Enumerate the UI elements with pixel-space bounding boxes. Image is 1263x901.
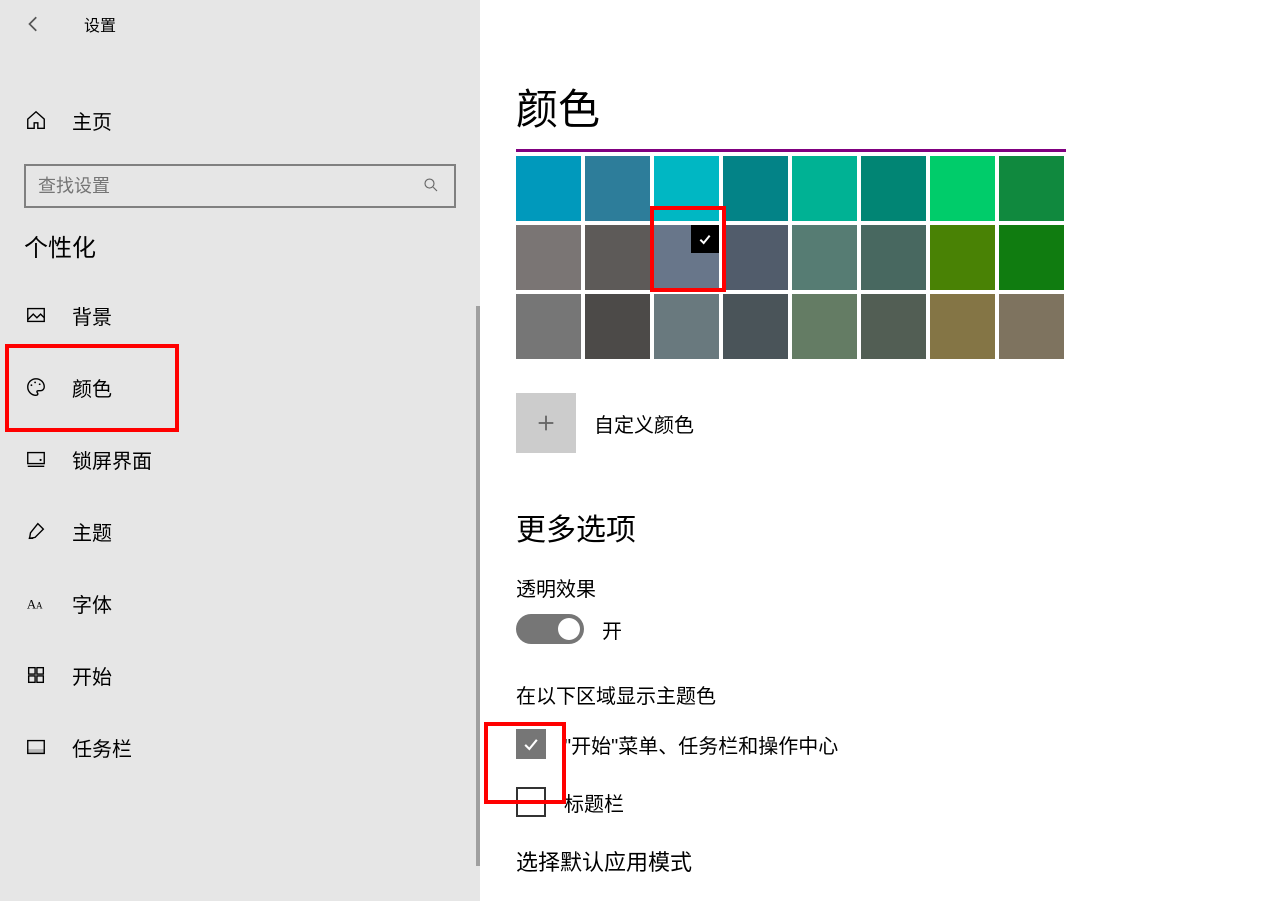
sidebar-item-colors[interactable]: 颜色 <box>0 351 480 423</box>
color-swatch[interactable] <box>723 294 788 359</box>
palette-icon <box>24 375 48 399</box>
color-swatch[interactable] <box>723 156 788 221</box>
check-icon <box>521 734 541 754</box>
nav-home-label: 主页 <box>72 106 112 135</box>
sidebar-item-label: 颜色 <box>72 373 112 402</box>
sidebar-nav-list: 背景 颜色 锁屏界面 主题 AA 字体 <box>0 279 480 783</box>
sidebar: 设置 主页 个性化 背景 颜色 锁屏 <box>0 0 480 901</box>
picture-icon <box>24 303 48 327</box>
color-swatch[interactable] <box>654 225 719 290</box>
check-icon <box>691 225 719 253</box>
color-swatch[interactable] <box>861 294 926 359</box>
color-grid <box>516 156 1066 359</box>
color-swatch[interactable] <box>999 294 1064 359</box>
color-swatch[interactable] <box>516 156 581 221</box>
checkbox-titlebar-row: 标题栏 <box>516 787 1263 817</box>
font-icon: AA <box>24 591 48 615</box>
app-title: 设置 <box>84 12 116 36</box>
custom-color-button[interactable] <box>516 393 576 453</box>
color-swatch[interactable] <box>654 294 719 359</box>
color-swatch[interactable] <box>930 156 995 221</box>
custom-color-row: 自定义颜色 <box>516 393 1263 453</box>
sidebar-item-label: 开始 <box>72 661 112 690</box>
sidebar-section-title: 个性化 <box>0 228 480 263</box>
search-input[interactable] <box>38 176 422 197</box>
color-swatch[interactable] <box>999 156 1064 221</box>
checkbox-start-taskbar[interactable] <box>516 729 546 759</box>
nav-home[interactable]: 主页 <box>0 84 480 156</box>
checkbox-start-taskbar-label: "开始"菜单、任务栏和操作中心 <box>564 730 838 759</box>
sidebar-item-start[interactable]: 开始 <box>0 639 480 711</box>
color-swatch[interactable] <box>792 225 857 290</box>
color-row-stripe <box>516 149 1066 152</box>
checkbox-titlebar-label: 标题栏 <box>564 788 624 817</box>
taskbar-icon <box>24 735 48 759</box>
transparency-label: 透明效果 <box>516 573 1263 602</box>
color-swatch[interactable] <box>792 156 857 221</box>
color-swatch[interactable] <box>861 156 926 221</box>
sidebar-item-taskbar[interactable]: 任务栏 <box>0 711 480 783</box>
sidebar-item-label: 字体 <box>72 589 112 618</box>
checkbox-start-taskbar-row: "开始"菜单、任务栏和操作中心 <box>516 729 1263 759</box>
lock-screen-icon <box>24 447 48 471</box>
start-icon <box>24 663 48 687</box>
custom-color-label: 自定义颜色 <box>594 409 694 438</box>
window-header: 设置 <box>0 0 480 48</box>
home-icon <box>24 108 48 132</box>
sidebar-item-fonts[interactable]: AA 字体 <box>0 567 480 639</box>
sidebar-item-lockscreen[interactable]: 锁屏界面 <box>0 423 480 495</box>
show-accent-label: 在以下区域显示主题色 <box>516 680 1263 709</box>
color-swatch[interactable] <box>723 225 788 290</box>
sidebar-item-label: 背景 <box>72 301 112 330</box>
transparency-state: 开 <box>602 615 622 644</box>
transparency-toggle[interactable] <box>516 614 584 644</box>
sidebar-item-label: 任务栏 <box>72 733 132 762</box>
sidebar-scrollbar[interactable] <box>476 306 480 866</box>
brush-icon <box>24 519 48 543</box>
back-icon[interactable] <box>24 14 44 34</box>
color-swatch[interactable] <box>585 225 650 290</box>
sidebar-item-background[interactable]: 背景 <box>0 279 480 351</box>
color-swatch[interactable] <box>999 225 1064 290</box>
sidebar-item-themes[interactable]: 主题 <box>0 495 480 567</box>
toggle-knob <box>558 618 580 640</box>
main-content: 颜色 自定义颜色 更多选项 透明效果 开 在以下区域显示主题色 "开始"菜单、任… <box>480 0 1263 901</box>
search-icon <box>422 176 442 196</box>
color-swatch[interactable] <box>585 156 650 221</box>
color-swatch[interactable] <box>930 294 995 359</box>
color-swatch[interactable] <box>930 225 995 290</box>
color-swatch[interactable] <box>585 294 650 359</box>
more-options-title: 更多选项 <box>516 505 1263 549</box>
color-swatch[interactable] <box>792 294 857 359</box>
color-swatch[interactable] <box>516 225 581 290</box>
color-swatch[interactable] <box>654 156 719 221</box>
sidebar-item-label: 锁屏界面 <box>72 445 152 474</box>
search-box[interactable] <box>24 164 456 208</box>
checkbox-titlebar[interactable] <box>516 787 546 817</box>
plus-icon <box>535 412 557 434</box>
color-swatch[interactable] <box>516 294 581 359</box>
cutoff-section-title: 选择默认应用模式 <box>516 845 1263 877</box>
transparency-toggle-row: 开 <box>516 614 1263 644</box>
page-title: 颜色 <box>516 76 1263 137</box>
svg-text:A: A <box>36 601 43 611</box>
sidebar-item-label: 主题 <box>72 517 112 546</box>
color-swatch[interactable] <box>861 225 926 290</box>
